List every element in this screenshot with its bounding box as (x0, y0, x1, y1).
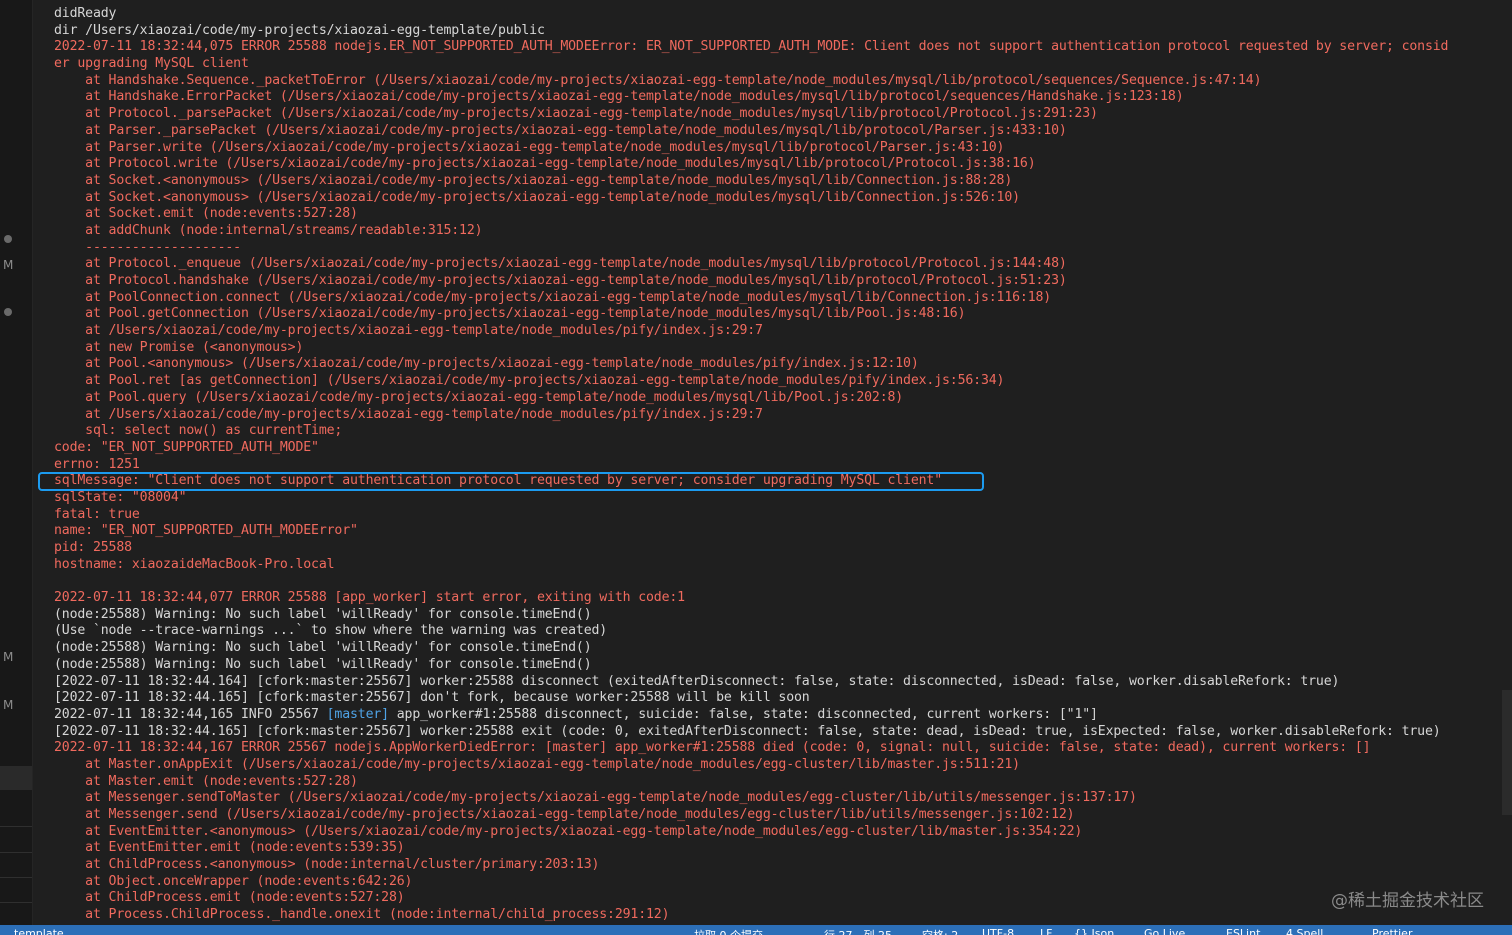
terminal-line: -------------------- (54, 239, 241, 255)
terminal-line: pid: 25588 (54, 540, 132, 555)
terminal-line: at ChildProcess.emit (node:events:527:28… (54, 890, 405, 906)
terminal-line: at Pool.query (/Users/xiaozai/code/my-pr… (54, 389, 904, 405)
terminal-line: (Use `node --trace-warnings ...` to show… (54, 623, 608, 639)
terminal-line: at Pool.getConnection (/Users/xiaozai/co… (54, 306, 966, 322)
terminal-scrollbar[interactable] (1502, 690, 1512, 815)
terminal-line: 2022-07-11 18:32:44,167 ERROR 25567 node… (54, 740, 1371, 756)
status-bar-item[interactable]: ESLint (1226, 927, 1260, 935)
modified-dot-icon (4, 235, 12, 243)
terminal-line: (node:25588) Warning: No such label 'wil… (54, 640, 592, 656)
status-bar-item[interactable]: 拉取 0 个提交 (694, 927, 763, 935)
terminal-line: at Process.ChildProcess._handle.onexit (… (54, 907, 670, 923)
terminal-line: at PoolConnection.connect (/Users/xiaoza… (54, 289, 1052, 305)
terminal-line: (node:25588) Warning: No such label 'wil… (54, 606, 592, 622)
terminal-line: at Protocol.handshake (/Users/xiaozai/co… (54, 273, 1067, 288)
gutter-divider (0, 826, 32, 827)
terminal-line: at Messenger.sendToMaster (/Users/xiaoza… (54, 790, 1137, 806)
terminal-line: at Pool.ret [as getConnection] (/Users/x… (54, 373, 1005, 389)
terminal-segment: app_worker#1:25588 disconnect, suicide: … (388, 706, 1098, 722)
terminal-line: at Handshake.Sequence._packetToError (/U… (54, 72, 1262, 88)
status-bar: template 拉取 0 个提交 行 27，列 25 空格: 2 UTF-8 LF {} … (0, 925, 1512, 935)
terminal-line: code: "ER_NOT_SUPPORTED_AUTH_MODE" (54, 439, 319, 455)
terminal-line: at Socket.<anonymous> (/Users/xiaozai/co… (54, 189, 1020, 205)
terminal-line: at EventEmitter.<anonymous> (/Users/xiao… (54, 823, 1083, 839)
watermark: @稀土掘金技术社区 (1331, 891, 1484, 911)
terminal-line: at addChunk (node:internal/streams/reada… (54, 222, 483, 238)
terminal-line: fatal: true (54, 506, 140, 522)
terminal-line: at Socket.<anonymous> (/Users/xiaozai/co… (54, 172, 1013, 188)
status-bar-item[interactable]: template (14, 927, 64, 935)
terminal-line: at Messenger.send (/Users/xiaozai/code/m… (54, 807, 1075, 822)
terminal-line: at Master.emit (node:events:527:28) (54, 773, 358, 789)
terminal-line: 2022-07-11 18:32:44,075 ERROR 25588 node… (54, 39, 1449, 55)
terminal-line: at Socket.emit (node:events:527:28) (54, 206, 358, 222)
status-bar-item[interactable]: LF (1040, 927, 1052, 935)
terminal-line: at /Users/xiaozai/code/my-projects/xiaoz… (54, 406, 763, 422)
git-modified-marker: M (3, 698, 14, 712)
terminal-line: er upgrading MySQL client (54, 56, 249, 72)
terminal-line: at new Promise (<anonymous>) (54, 339, 304, 355)
terminal-line: [2022-07-11 18:32:44.164] [cfork:master:… (54, 673, 1340, 689)
terminal-line: at Parser._parsePacket (/Users/xiaozai/c… (54, 122, 1067, 138)
terminal-line: at Master.onAppExit (/Users/xiaozai/code… (54, 756, 1020, 772)
git-modified-marker: M (3, 650, 14, 664)
status-bar-item[interactable]: UTF-8 (982, 927, 1014, 935)
status-bar-item[interactable]: 空格: 2 (922, 927, 958, 935)
terminal-line: 2022-07-11 18:32:44,165 INFO 25567 [mast… (54, 707, 1512, 724)
gutter-divider (0, 877, 32, 878)
gutter-divider (0, 852, 32, 853)
terminal-line: at Handshake.ErrorPacket (/Users/xiaozai… (54, 89, 1184, 105)
terminal-output[interactable]: didReady dir /Users/xiaozai/code/my-proje… (54, 6, 1512, 924)
status-bar-item[interactable]: Go Live (1144, 927, 1185, 935)
gutter-selected-row (0, 766, 32, 790)
terminal-segment: 2022-07-11 18:32:44,165 INFO 25567 (54, 706, 327, 722)
terminal-line: name: "ER_NOT_SUPPORTED_AUTH_MODEError" (54, 523, 358, 539)
modified-dot-icon (4, 308, 12, 316)
terminal-line: at Parser.write (/Users/xiaozai/code/my-… (54, 139, 1005, 155)
terminal-line: errno: 1251 (54, 456, 140, 472)
editor-gutter: M M M (0, 0, 33, 925)
terminal-line: at Protocol.write (/Users/xiaozai/code/m… (54, 156, 1036, 172)
terminal-line: sqlState: "08004" (54, 489, 187, 505)
terminal-line: at Protocol._parsePacket (/Users/xiaozai… (54, 106, 1098, 122)
master-tag: [master] (326, 706, 389, 722)
terminal-line: (node:25588) Warning: No such label 'wil… (54, 656, 592, 672)
terminal-line: 2022-07-11 18:32:44,077 ERROR 25588 [app… (54, 590, 685, 606)
terminal-line: at ChildProcess.<anonymous> (node:intern… (54, 857, 600, 873)
status-bar-item[interactable]: {} Json (1074, 927, 1114, 935)
terminal-line: didReady (54, 6, 117, 21)
terminal-line: at /Users/xiaozai/code/my-projects/xiaoz… (54, 323, 763, 339)
terminal-line: hostname: xiaozaideMacBook-Pro.local (54, 556, 335, 572)
status-bar-item[interactable]: 4 Spell (1286, 927, 1323, 935)
terminal-line: dir /Users/xiaozai/code/my-projects/xiao… (54, 22, 545, 38)
terminal-line: [2022-07-11 18:32:44.165] [cfork:master:… (54, 723, 1441, 739)
status-bar-item[interactable]: 行 27，列 25 (824, 927, 892, 935)
terminal-line: at Protocol._enqueue (/Users/xiaozai/cod… (54, 256, 1067, 272)
terminal-line: at Object.onceWrapper (node:events:642:2… (54, 873, 413, 889)
git-modified-marker: M (3, 258, 14, 272)
terminal-line: [2022-07-11 18:32:44.165] [cfork:master:… (54, 690, 810, 706)
gutter-divider (0, 902, 32, 903)
terminal-line: at Pool.<anonymous> (/Users/xiaozai/code… (54, 356, 919, 372)
sqlmessage-highlight-box (38, 472, 984, 491)
status-bar-item[interactable]: Prettier (1372, 927, 1412, 935)
terminal-line: at EventEmitter.emit (node:events:539:35… (54, 840, 405, 856)
terminal-line: sql: select now() as currentTime; (54, 423, 343, 439)
